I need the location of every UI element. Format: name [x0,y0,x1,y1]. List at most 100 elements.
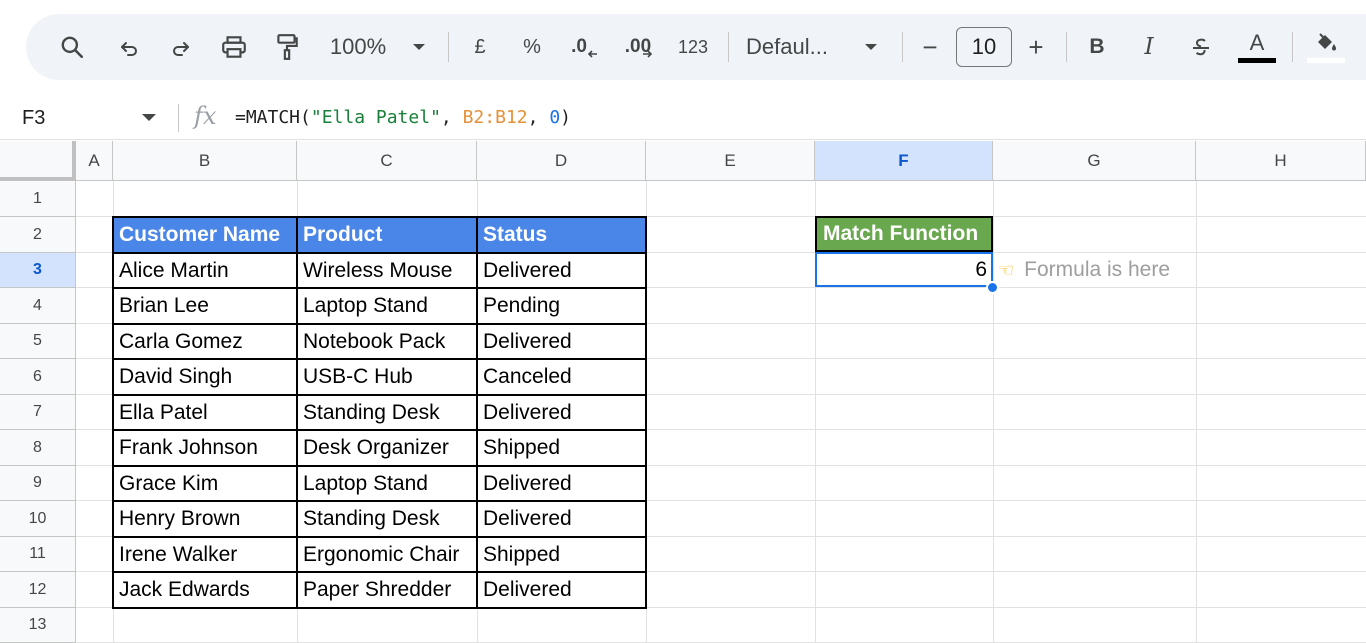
formula-suffix: ) [560,107,571,128]
table-header-cell[interactable]: Status [477,217,646,253]
column-header-h[interactable]: H [1196,141,1366,181]
formula-note[interactable]: ☜ Formula is here [998,252,1170,288]
row-header-11[interactable]: 11 [0,537,76,572]
redo-button[interactable] [164,14,198,80]
italic-button[interactable]: I [1134,14,1164,80]
paint-format-button[interactable] [270,14,304,80]
table-cell[interactable]: Laptop Stand [297,466,477,501]
font-size-input[interactable]: 10 [956,27,1012,67]
table-cell[interactable]: Brian Lee [113,288,297,324]
row-header-4[interactable]: 4 [0,288,76,324]
table-cell[interactable]: Shipped [477,537,646,572]
table-border [296,216,298,609]
name-box[interactable]: F3 [22,96,45,140]
column-header-b[interactable]: B [113,141,297,181]
row-header-5[interactable]: 5 [0,324,76,359]
match-function-header[interactable]: Match Function [815,216,993,252]
increase-decimal-button[interactable]: .00 [620,14,658,80]
table-cell[interactable]: USB-C Hub [297,359,477,395]
undo-button[interactable] [112,14,146,80]
font-family-dropdown-button[interactable] [860,14,882,80]
column-header-d[interactable]: D [477,141,646,181]
bold-button[interactable]: B [1082,14,1112,80]
table-cell[interactable]: Shipped [477,430,646,466]
zoom-dropdown-button[interactable] [408,14,430,80]
table-header-cell[interactable]: Customer Name [113,217,297,253]
table-cell[interactable]: Alice Martin [113,253,297,288]
table-cell[interactable]: Laptop Stand [297,288,477,324]
table-cell[interactable]: Wireless Mouse [297,253,477,288]
row-header-9[interactable]: 9 [0,466,76,501]
fx-icon: fx [194,102,217,130]
table-cell[interactable]: Delivered [477,501,646,537]
table-cell[interactable]: Notebook Pack [297,324,477,359]
formula-input[interactable]: =MATCH("Ella Patel", B2:B12, 0) [235,96,571,140]
plus-icon: + [1028,31,1044,62]
column-header-g[interactable]: G [993,141,1196,181]
search-menus-button[interactable] [54,14,90,80]
formula-prefix: =MATCH( [235,107,311,128]
formula-separator: , [440,107,463,128]
fill-color-button[interactable] [1306,14,1346,80]
row-header-3[interactable]: 3 [0,253,76,288]
table-cell[interactable]: Paper Shredder [297,572,477,608]
toolbar-area: 100% £ % .0 .00 123 Defaul... − 10 + B I… [0,0,1366,96]
print-button[interactable] [216,14,252,80]
select-all-corner[interactable] [0,141,76,181]
table-cell[interactable]: Delivered [477,572,646,608]
italic-icon: I [1144,34,1154,60]
decrease-decimal-button[interactable]: .0 [568,14,602,80]
row-header-6[interactable]: 6 [0,359,76,395]
table-header-cell[interactable]: Product [297,217,477,253]
table-cell[interactable]: Pending [477,288,646,324]
search-icon [61,36,84,59]
row-header-12[interactable]: 12 [0,572,76,608]
table-cell[interactable]: Delivered [477,324,646,359]
percent-format-button[interactable]: % [518,14,546,80]
zoom-select[interactable]: 100% [324,14,392,80]
pointing-hand-icon: ☜ [998,259,1015,280]
currency-format-button[interactable]: £ [466,14,494,80]
table-cell[interactable]: Ergonomic Chair [297,537,477,572]
table-cell[interactable]: Grace Kim [113,466,297,501]
table-cell[interactable]: Carla Gomez [113,324,297,359]
formula-string-arg: "Ella Patel" [310,107,441,128]
row-header-2[interactable]: 2 [0,217,76,253]
toolbar-divider [1066,32,1067,62]
spreadsheet-grid[interactable]: A B C D E F G H 1 2 3 4 5 6 7 8 9 10 11 12 13 Customer Name Pr… [0,141,1366,643]
active-cell-f3[interactable]: 6 [815,252,993,287]
row-header-1[interactable]: 1 [0,181,76,217]
table-cell[interactable]: Standing Desk [297,395,477,430]
table-cell[interactable]: Canceled [477,359,646,395]
table-cell[interactable]: Standing Desk [297,501,477,537]
table-cell[interactable]: Desk Organizer [297,430,477,466]
table-cell[interactable]: Delivered [477,466,646,501]
table-cell[interactable]: Jack Edwards [113,572,297,608]
row-header-8[interactable]: 8 [0,430,76,466]
table-border [112,287,647,289]
table-border [112,358,647,360]
more-formats-button[interactable]: 123 [674,14,712,80]
row-header-7[interactable]: 7 [0,395,76,430]
column-header-c[interactable]: C [297,141,477,181]
column-header-e[interactable]: E [646,141,815,181]
table-cell[interactable]: Ella Patel [113,395,297,430]
strikethrough-button[interactable] [1186,14,1216,80]
table-cell[interactable]: Frank Johnson [113,430,297,466]
increase-font-size-button[interactable]: + [1022,14,1050,80]
font-family-select[interactable]: Defaul... [746,14,846,80]
column-header-f[interactable]: F [815,141,993,181]
row-header-13[interactable]: 13 [0,608,76,643]
table-cell[interactable]: Delivered [477,395,646,430]
table-cell[interactable]: David Singh [113,359,297,395]
decrease-font-size-button[interactable]: − [916,14,944,80]
table-cell[interactable]: Henry Brown [113,501,297,537]
column-header-a[interactable]: A [76,141,113,181]
text-color-button[interactable]: A [1236,14,1278,80]
name-box-dropdown-icon[interactable] [142,114,156,121]
table-border [645,216,647,609]
row-header-10[interactable]: 10 [0,501,76,537]
table-cell[interactable]: Irene Walker [113,537,297,572]
table-cell[interactable]: Delivered [477,253,646,288]
table-border [112,429,647,431]
